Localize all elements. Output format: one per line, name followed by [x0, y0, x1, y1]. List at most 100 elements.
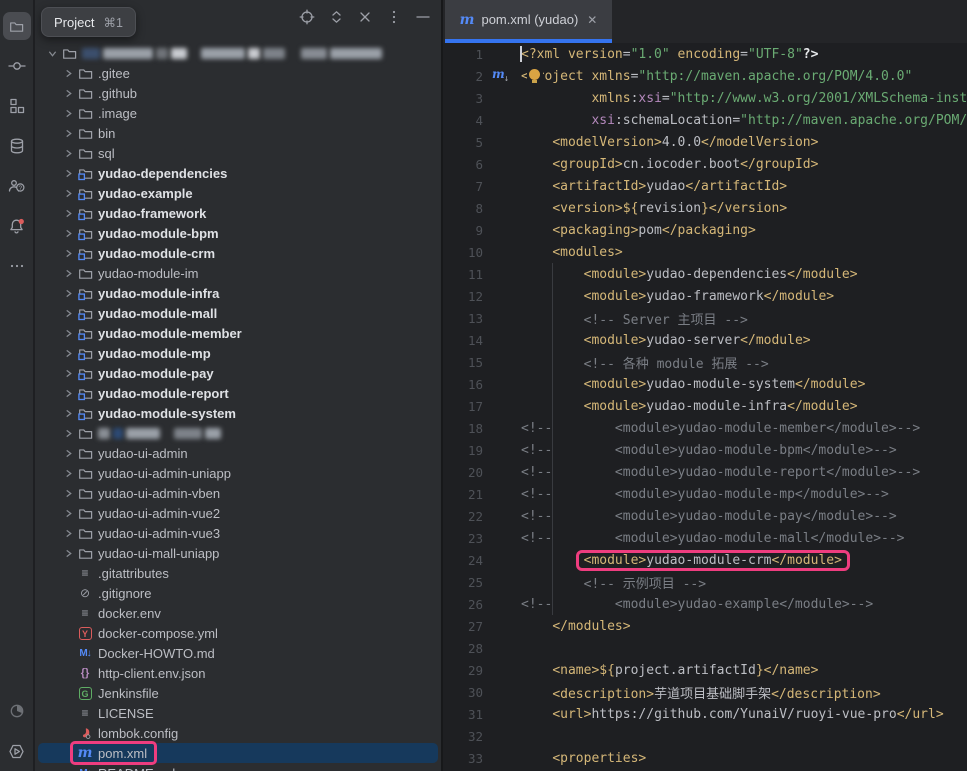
- chevron-right-icon[interactable]: [60, 369, 76, 378]
- commit-tool-icon[interactable]: [3, 52, 31, 80]
- line-number[interactable]: 24: [443, 553, 483, 568]
- services-tool-icon[interactable]: [3, 737, 31, 765]
- chevron-right-icon[interactable]: [60, 449, 76, 458]
- profiler-tool-icon[interactable]: [3, 697, 31, 725]
- code-text[interactable]: <!-- <module>yudao-module-pay</module>--…: [521, 509, 897, 524]
- code-text[interactable]: <project xmlns="http://maven.apache.org/…: [521, 69, 912, 84]
- code-text[interactable]: <!-- <module>yudao-example</module>-->: [521, 597, 873, 612]
- line-number[interactable]: 13: [443, 311, 483, 326]
- code-text[interactable]: <module>yudao-dependencies</module>: [521, 267, 858, 282]
- collaboration-help-icon[interactable]: ?: [3, 172, 31, 200]
- code-text[interactable]: <groupId>cn.iocoder.boot</groupId>: [521, 157, 818, 172]
- tree-row-yudao-ui-admin-vue2[interactable]: yudao-ui-admin-vue2: [38, 503, 438, 523]
- code-text[interactable]: <modelVersion>4.0.0</modelVersion>: [521, 135, 818, 150]
- code-text[interactable]: <module>yudao-module-system</module>: [521, 377, 865, 392]
- tree-row-bin[interactable]: bin: [38, 123, 438, 143]
- code-text[interactable]: <version>${revision}</version>: [521, 201, 787, 216]
- line-number[interactable]: 33: [443, 751, 483, 766]
- code-line-31[interactable]: 31 <url>https://github.com/YunaiV/ruoyi-…: [443, 703, 967, 725]
- chevron-right-icon[interactable]: [60, 69, 76, 78]
- tree-row-yudao-module-report[interactable]: yudao-module-report: [38, 383, 438, 403]
- tree-row-.image[interactable]: .image: [38, 103, 438, 123]
- code-text[interactable]: xmlns:xsi="http://www.w3.org/2001/XMLSch…: [521, 91, 967, 106]
- tree-row-Docker-HOWTO.md[interactable]: M↓Docker-HOWTO.md: [38, 643, 438, 663]
- tree-row-redacted[interactable]: [38, 43, 438, 63]
- code-text[interactable]: <!-- <module>yudao-module-report</module…: [521, 465, 920, 480]
- code-line-12[interactable]: 12 <module>yudao-framework</module>: [443, 285, 967, 307]
- code-text[interactable]: <!-- Server 主项目 -->: [521, 309, 748, 328]
- code-line-6[interactable]: 6 <groupId>cn.iocoder.boot</groupId>: [443, 153, 967, 175]
- tree-row-yudao-ui-admin-vue3[interactable]: yudao-ui-admin-vue3: [38, 523, 438, 543]
- code-line-18[interactable]: 18<!-- <module>yudao-module-member</modu…: [443, 417, 967, 439]
- hide-panel-icon[interactable]: [415, 9, 431, 25]
- line-number[interactable]: 1: [443, 47, 483, 62]
- code-area[interactable]: 1<?xml version="1.0" encoding="UTF-8"?> 2…: [443, 43, 967, 771]
- chevron-down-icon[interactable]: [44, 49, 60, 58]
- line-number[interactable]: 20: [443, 465, 483, 480]
- line-number[interactable]: 9: [443, 223, 483, 238]
- code-text[interactable]: <artifactId>yudao</artifactId>: [521, 179, 787, 194]
- code-text[interactable]: <module>yudao-module-crm</module>: [521, 553, 842, 568]
- line-number[interactable]: 8: [443, 201, 483, 216]
- line-number[interactable]: 17: [443, 399, 483, 414]
- code-text[interactable]: <properties>: [521, 751, 646, 766]
- code-line-9[interactable]: 9 <packaging>pom</packaging>: [443, 219, 967, 241]
- project-tool-icon[interactable]: [3, 12, 31, 40]
- line-number[interactable]: 29: [443, 663, 483, 678]
- chevron-right-icon[interactable]: [60, 89, 76, 98]
- chevron-right-icon[interactable]: [60, 269, 76, 278]
- code-text[interactable]: <description>芋道项目基础脚手架</description>: [521, 683, 881, 702]
- line-number[interactable]: 18: [443, 421, 483, 436]
- code-line-3[interactable]: 3 xmlns:xsi="http://www.w3.org/2001/XMLS…: [443, 87, 967, 109]
- code-text[interactable]: <packaging>pom</packaging>: [521, 223, 756, 238]
- code-line-10[interactable]: 10 <modules>: [443, 241, 967, 263]
- code-line-20[interactable]: 20 <!-- <module>yudao-module-report</modu…: [443, 461, 967, 483]
- code-line-27[interactable]: 27 </modules>: [443, 615, 967, 637]
- code-text[interactable]: <!-- 各种 module 拓展 -->: [521, 353, 769, 372]
- select-opened-file-icon[interactable]: [299, 9, 315, 25]
- tree-row-README.md[interactable]: M↓README.md: [38, 763, 438, 771]
- chevron-right-icon[interactable]: [60, 309, 76, 318]
- tree-row-.gitattributes[interactable]: ≡.gitattributes: [38, 563, 438, 583]
- code-line-32[interactable]: 32: [443, 725, 967, 747]
- line-number[interactable]: 32: [443, 729, 483, 744]
- line-number[interactable]: 26: [443, 597, 483, 612]
- tab-pom-xml[interactable]: m pom.xml (yudao) ✕: [445, 0, 612, 39]
- line-number[interactable]: 21: [443, 487, 483, 502]
- tree-row-yudao-module-infra[interactable]: yudao-module-infra: [38, 283, 438, 303]
- line-number[interactable]: 25: [443, 575, 483, 590]
- tree-row-yudao-ui-admin-uniapp[interactable]: yudao-ui-admin-uniapp: [38, 463, 438, 483]
- code-line-7[interactable]: 7 <artifactId>yudao</artifactId>: [443, 175, 967, 197]
- code-line-16[interactable]: 16 <module>yudao-module-system</module>: [443, 373, 967, 395]
- tree-row-Jenkinsfile[interactable]: GJenkinsfile: [38, 683, 438, 703]
- line-number[interactable]: 12: [443, 289, 483, 304]
- line-number[interactable]: 6: [443, 157, 483, 172]
- code-line-1[interactable]: 1<?xml version="1.0" encoding="UTF-8"?>: [443, 43, 967, 65]
- code-text[interactable]: <module>yudao-module-infra</module>: [521, 399, 858, 414]
- tree-row-yudao-module-mp[interactable]: yudao-module-mp: [38, 343, 438, 363]
- line-number[interactable]: 3: [443, 91, 483, 106]
- tree-row-yudao-ui-mall-uniapp[interactable]: yudao-ui-mall-uniapp: [38, 543, 438, 563]
- code-text[interactable]: <modules>: [521, 245, 623, 260]
- code-line-19[interactable]: 19<!-- <module>yudao-module-bpm</module>…: [443, 439, 967, 461]
- tree-row-yudao-example[interactable]: yudao-example: [38, 183, 438, 203]
- chevron-right-icon[interactable]: [60, 429, 76, 438]
- tree-row-http-client.env.json[interactable]: {}http-client.env.json: [38, 663, 438, 683]
- expand-collapse-icon[interactable]: [328, 9, 344, 25]
- code-line-28[interactable]: 28: [443, 637, 967, 659]
- line-number[interactable]: 27: [443, 619, 483, 634]
- chevron-right-icon[interactable]: [60, 249, 76, 258]
- chevron-right-icon[interactable]: [60, 489, 76, 498]
- line-number[interactable]: 5: [443, 135, 483, 150]
- chevron-right-icon[interactable]: [60, 329, 76, 338]
- code-line-4[interactable]: 4 xsi:schemaLocation="http://maven.apach…: [443, 109, 967, 131]
- tree-row-yudao-module-system[interactable]: yudao-module-system: [38, 403, 438, 423]
- tab-close-icon[interactable]: ✕: [587, 13, 597, 27]
- line-number[interactable]: 22: [443, 509, 483, 524]
- tree-row-yudao-ui-admin[interactable]: yudao-ui-admin: [38, 443, 438, 463]
- chevron-right-icon[interactable]: [60, 129, 76, 138]
- code-line-15[interactable]: 15 <!-- 各种 module 拓展 -->: [443, 351, 967, 373]
- code-line-33[interactable]: 33 <properties>: [443, 747, 967, 769]
- code-line-11[interactable]: 11 <module>yudao-dependencies</module>: [443, 263, 967, 285]
- tree-row-sql[interactable]: sql: [38, 143, 438, 163]
